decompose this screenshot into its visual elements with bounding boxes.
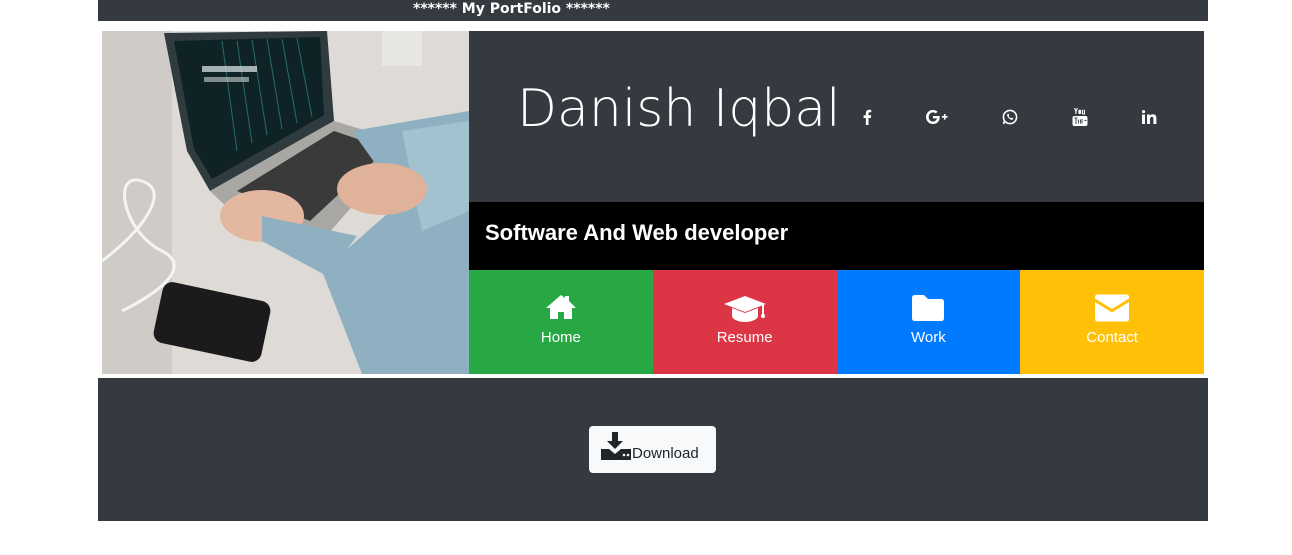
laptop-photo-image (102, 31, 469, 374)
top-bar: ****** My PortFolio ****** (98, 0, 1208, 21)
facebook-icon[interactable] (852, 105, 882, 129)
tagline-text: Software And Web developer (485, 220, 789, 245)
nav-item-label: Contact (1086, 329, 1138, 346)
folder-icon (837, 294, 1021, 324)
nav-item-work[interactable]: Work (836, 270, 1021, 374)
linkedin-icon[interactable] (1134, 105, 1164, 129)
envelope-icon (1020, 294, 1204, 324)
youtube-icon[interactable] (1065, 105, 1095, 129)
main-nav: Home Resume Work Contact (469, 270, 1204, 374)
nav-item-contact[interactable]: Contact (1020, 270, 1204, 374)
nav-item-home[interactable]: Home (469, 270, 653, 374)
nav-item-label: Resume (716, 329, 773, 346)
profile-photo (102, 31, 469, 374)
footer-section: Download (98, 378, 1208, 521)
download-label: Download (632, 445, 699, 462)
nav-item-label: Work (911, 329, 946, 346)
name-bar: Danish Iqbal (469, 31, 1204, 202)
download-icon (601, 432, 631, 464)
nav-item-resume[interactable]: Resume (652, 270, 837, 374)
nav-item-label: Home (540, 329, 581, 346)
whatsapp-icon[interactable] (995, 105, 1025, 129)
download-button[interactable]: Download (589, 426, 716, 473)
profile-name: Danish Iqbal (517, 79, 841, 139)
graduation-cap-icon (653, 294, 837, 324)
page-title: ****** My PortFolio ****** (413, 1, 610, 17)
hero-section: Danish Iqbal Software And Web developer … (102, 31, 1204, 374)
tagline-bar: Software And Web developer (469, 202, 1204, 270)
google-plus-icon[interactable] (922, 105, 952, 129)
home-icon (469, 294, 653, 324)
